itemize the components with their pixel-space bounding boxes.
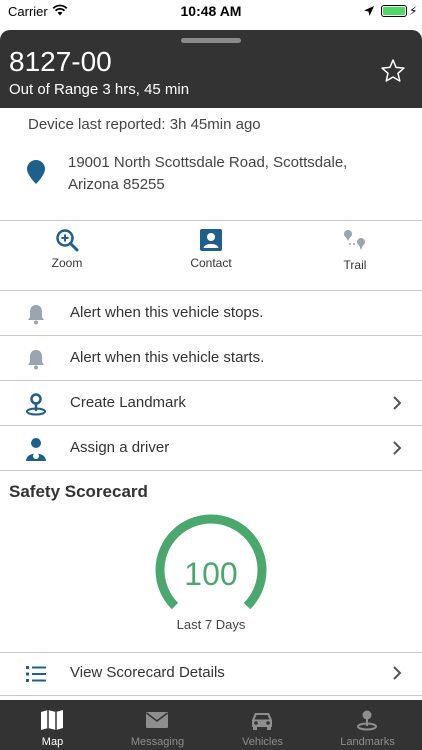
divider	[0, 695, 422, 696]
trail-button[interactable]: Trail	[305, 228, 405, 288]
score-value: 100	[184, 556, 238, 592]
assign-driver-label: Assign a driver	[70, 439, 170, 456]
vehicle-header: 8127-00 Out of Range 3 hrs, 45 min	[0, 30, 422, 108]
battery-icon	[381, 5, 407, 17]
tab-messaging[interactable]: Messaging	[105, 700, 210, 750]
zoom-label: Zoom	[51, 256, 83, 270]
safety-scorecard-title: Safety Scorecard	[9, 482, 148, 501]
landmark-pin-icon	[26, 393, 46, 416]
mail-icon	[146, 712, 168, 728]
landmark-icon	[357, 710, 377, 731]
divider	[0, 220, 422, 221]
charging-icon: ⚡	[409, 4, 418, 18]
create-landmark-row[interactable]: Create Landmark	[0, 381, 422, 425]
create-landmark-label: Create Landmark	[70, 394, 186, 411]
bell-icon	[28, 305, 44, 325]
alert-stops-label: Alert when this vehicle stops.	[70, 304, 264, 321]
tab-bar: Map Messaging Vehicles Landmarks	[0, 700, 422, 750]
assign-driver-row[interactable]: Assign a driver	[0, 426, 422, 470]
status-bar: Carrier 10:48 AM ⚡	[0, 0, 422, 24]
address-line-1: 19001 North Scottsdale Road, Scottsdale,	[68, 154, 348, 171]
vehicle-address: 19001 North Scottsdale Road, Scottsdale,…	[68, 152, 388, 196]
vehicle-id: 8127-00	[9, 46, 112, 77]
contact-button[interactable]: Contact	[161, 228, 261, 288]
vehicle-status: Out of Range 3 hrs, 45 min	[9, 81, 190, 98]
driver-icon	[26, 438, 46, 461]
chevron-right-icon	[393, 396, 402, 410]
tab-landmarks-label: Landmarks	[340, 736, 395, 748]
map-icon	[41, 710, 63, 730]
tab-vehicles-label: Vehicles	[242, 736, 283, 748]
list-icon	[26, 666, 46, 682]
tab-messaging-label: Messaging	[130, 736, 185, 748]
trail-icon	[344, 230, 365, 250]
view-scorecard-details-label: View Scorecard Details	[70, 664, 225, 681]
zoom-button[interactable]: Zoom	[17, 228, 117, 288]
score-period: Last 7 Days	[176, 617, 246, 632]
sheet-grabber[interactable]	[181, 38, 241, 43]
location-pin-icon	[27, 160, 45, 184]
clock: 10:48 AM	[180, 3, 242, 19]
divider	[0, 470, 422, 471]
chevron-right-icon	[393, 666, 402, 680]
alert-stops-row[interactable]: Alert when this vehicle stops.	[0, 291, 422, 335]
contact-label: Contact	[190, 256, 232, 270]
tab-landmarks[interactable]: Landmarks	[315, 700, 420, 750]
view-scorecard-details-row[interactable]: View Scorecard Details	[0, 651, 422, 695]
alert-starts-row[interactable]: Alert when this vehicle starts.	[0, 336, 422, 380]
last-reported: Device last reported: 3h 45min ago	[28, 116, 261, 133]
chevron-right-icon	[393, 441, 402, 455]
trail-label: Trail	[343, 258, 367, 272]
address-line-2: Arizona 85255	[68, 176, 165, 193]
alert-starts-label: Alert when this vehicle starts.	[70, 349, 265, 366]
tab-map-label: Map	[41, 736, 64, 748]
zoom-icon	[56, 229, 79, 252]
car-icon	[252, 713, 272, 730]
favorite-star-icon[interactable]	[380, 58, 406, 84]
location-arrow-icon	[364, 6, 374, 16]
contact-icon	[200, 229, 222, 251]
tab-vehicles[interactable]: Vehicles	[210, 700, 315, 750]
bell-icon	[28, 350, 44, 370]
tab-map[interactable]: Map	[0, 700, 105, 750]
